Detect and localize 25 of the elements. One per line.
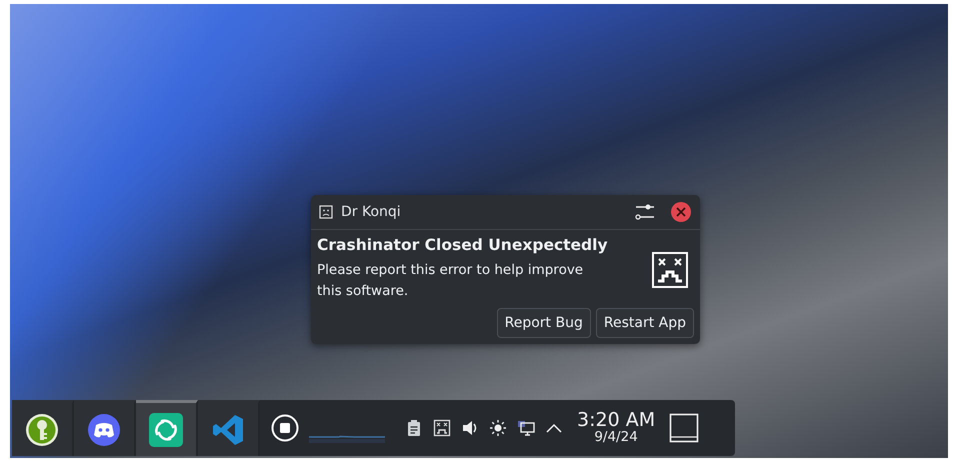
monitor-icon[interactable] [517, 419, 535, 437]
speaker-icon[interactable] [461, 419, 479, 437]
app-name: Dr Konqi [341, 204, 402, 220]
sad-face-icon[interactable] [433, 419, 451, 437]
task-button[interactable] [12, 400, 74, 456]
clock[interactable]: 3:20 AM 9/4/24 [577, 411, 656, 445]
clipboard-icon[interactable] [405, 419, 423, 437]
game-controller-icon [87, 412, 121, 446]
clock-date: 9/4/24 [594, 431, 638, 445]
close-icon[interactable] [670, 201, 692, 223]
brightness-icon[interactable] [489, 419, 507, 437]
clock-time: 3:20 AM [577, 411, 656, 430]
task-button[interactable] [136, 400, 198, 456]
notification-title: Crashinator Closed Unexpectedly [317, 236, 609, 254]
crash-face-icon [652, 252, 688, 288]
task-button[interactable] [74, 400, 136, 456]
action-button[interactable]: Report Bug [496, 308, 591, 338]
code-editor-icon [211, 412, 245, 446]
key-icon [25, 412, 59, 446]
notification-message: Please report this error to help improve this software. [317, 261, 584, 301]
arcs-icon [149, 412, 183, 446]
stop-icon[interactable] [271, 414, 299, 442]
sad-face-icon [319, 205, 333, 219]
action-button[interactable]: Restart App [596, 308, 694, 338]
show-desktop-icon[interactable] [669, 413, 700, 443]
